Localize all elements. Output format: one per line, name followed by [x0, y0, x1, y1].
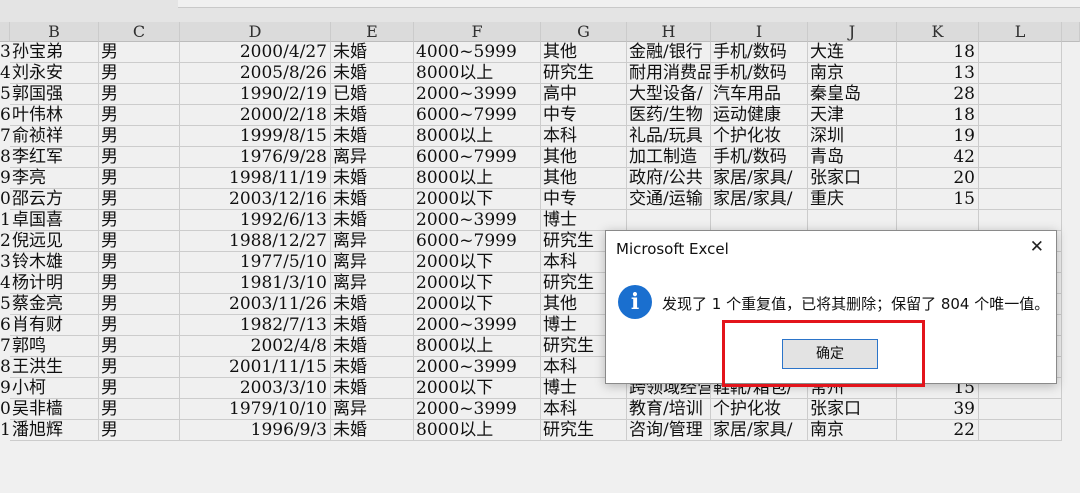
info-icon: i — [618, 285, 652, 319]
close-icon[interactable]: ✕ — [1030, 237, 1044, 257]
dialog-title: Microsoft Excel — [616, 240, 729, 258]
dialog-message: 发现了 1 个重复值，已将其删除；保留了 804 个唯一值。 — [662, 295, 1050, 313]
annotation-highlight-box — [722, 320, 925, 387]
